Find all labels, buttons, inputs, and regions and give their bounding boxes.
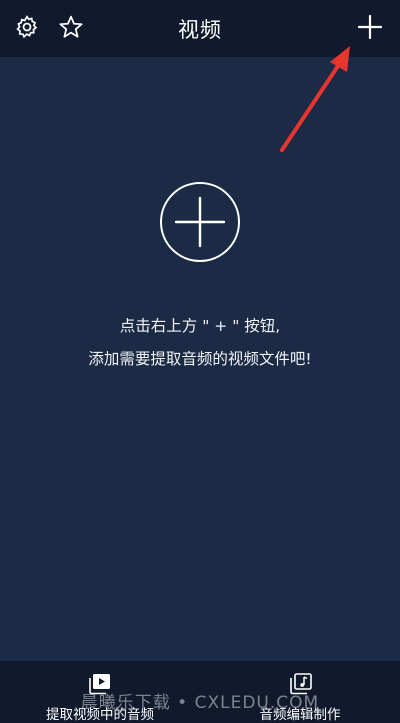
annotation-arrow-icon	[280, 46, 350, 152]
add-video-button[interactable]	[356, 13, 384, 41]
watermark: 晨曦乐下载 • CXLEDU.COM	[80, 693, 320, 713]
empty-hint-line-2: 添加需要提取音频的视频文件吧!	[88, 350, 312, 368]
add-video-circle-button[interactable]	[159, 181, 241, 263]
empty-hint-line-1: 点击右上方 " + " 按钮,	[119, 317, 281, 335]
